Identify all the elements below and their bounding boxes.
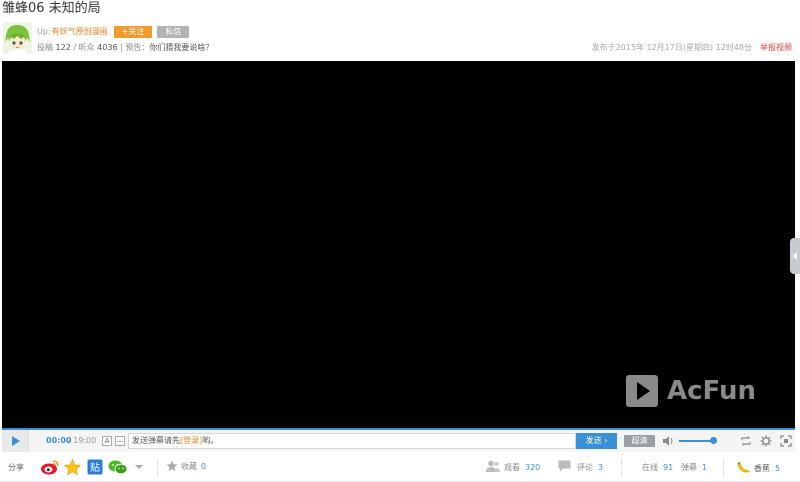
weibo-icon[interactable] (40, 459, 60, 475)
follow-button[interactable]: +关注 (113, 25, 153, 38)
volume-icon[interactable] (662, 436, 675, 446)
danmaku-style-button[interactable]: A (102, 436, 112, 446)
svg-text:贴: 贴 (90, 461, 100, 474)
login-link[interactable]: [登录] (180, 436, 202, 445)
online-stat: 在线 91 (642, 462, 673, 473)
divider (723, 458, 724, 478)
banana-button[interactable]: 香蕉 5 (736, 461, 780, 475)
page-title: 雏蜂06 未知的局 (2, 1, 101, 16)
acfun-logo: AcFun (625, 374, 756, 408)
posts-label: 投稿 (37, 43, 53, 52)
favorite-count: 0 (201, 461, 207, 471)
chevron-left-icon (793, 252, 797, 260)
danmaku-stat: 弹幕 1 (681, 462, 707, 473)
share-label: 分享 (8, 463, 24, 472)
send-danmaku-button[interactable]: 发送 › (576, 433, 617, 449)
uploader-avatar[interactable] (3, 22, 32, 54)
side-panel-toggle[interactable] (790, 238, 800, 274)
comments-label: 评论 (577, 463, 593, 472)
divider (157, 458, 158, 478)
views-people-icon (486, 460, 500, 472)
comments-count: 3 (598, 463, 604, 472)
settings-gear-icon[interactable] (760, 435, 772, 447)
favorite-label: 收藏 (181, 461, 197, 471)
comment-icon[interactable] (558, 460, 571, 472)
online-label: 在线 (642, 463, 658, 472)
volume-slider-track[interactable] (679, 440, 714, 442)
banana-count: 5 (775, 463, 781, 473)
uploader-stats: 投稿 122 / 听众 4036 | 预告：你们猜我要说啥？ (37, 42, 213, 53)
banana-label: 香蕉 (754, 463, 770, 473)
danmaku-position-button[interactable]: — (115, 436, 125, 446)
volume-slider-handle[interactable] (710, 437, 717, 444)
comments-stat[interactable]: 评论 3 (577, 462, 603, 473)
danmaku-count: 1 (702, 463, 708, 472)
posts-count: 122 (55, 43, 71, 52)
total-time: / 19:00 (68, 436, 97, 445)
tieba-icon[interactable]: 贴 (87, 459, 103, 475)
listeners-count: 4036 (97, 43, 118, 52)
favorite-star-icon (166, 460, 178, 471)
loop-icon[interactable] (740, 435, 752, 447)
player-controls: 00:00 / 19:00 A — 发送弹幕请先[登录]哟。 发送 › 超清 (2, 428, 795, 452)
danmaku-label: 弹幕 (681, 463, 697, 472)
divider (621, 458, 622, 478)
report-video-link[interactable]: 举报视频 (760, 42, 792, 53)
play-logo-icon (626, 375, 658, 407)
post-time: 发布于2015年 12月17日(星期四) 12时48分 (591, 43, 752, 52)
views-count: 320 (525, 463, 541, 472)
online-count: 91 (663, 463, 674, 472)
bottom-bar: 分享 贴 收藏 0 观看 320 评论 3 在线 91 弹幕 1 香蕉 5 (0, 454, 800, 482)
uploader-line: Up: 有妖气原创漫画 +关注 私信 (37, 25, 190, 38)
banana-icon (737, 462, 750, 473)
danmaku-input-suffix: 哟。 (202, 436, 219, 445)
chevron-down-icon[interactable] (134, 459, 144, 475)
fullscreen-icon[interactable] (780, 435, 792, 447)
logo-text: AcFun (667, 376, 757, 406)
preview-label: | 预告： (120, 43, 150, 52)
uploader-name-link[interactable]: 有妖气原创漫画 (52, 26, 108, 37)
qzone-star-icon[interactable] (64, 459, 81, 476)
quality-button[interactable]: 超清 (624, 435, 655, 447)
views-label: 观看 (504, 463, 520, 472)
views-stat: 观看 320 (504, 462, 540, 473)
preview-text: 你们猜我要说啥？ (149, 43, 214, 52)
wechat-icon[interactable] (108, 459, 128, 475)
danmaku-input[interactable]: 发送弹幕请先[登录]哟。 (128, 433, 576, 449)
listeners-label: / 听众 (73, 43, 95, 52)
play-button[interactable] (2, 430, 29, 452)
video-area[interactable] (2, 61, 795, 428)
danmaku-input-prefix: 发送弹幕请先 (132, 436, 180, 445)
favorite-button[interactable]: 收藏 0 (166, 460, 206, 472)
play-icon (12, 436, 20, 446)
uploader-prefix: Up: (37, 27, 51, 36)
private-message-button[interactable]: 私信 (157, 25, 190, 38)
